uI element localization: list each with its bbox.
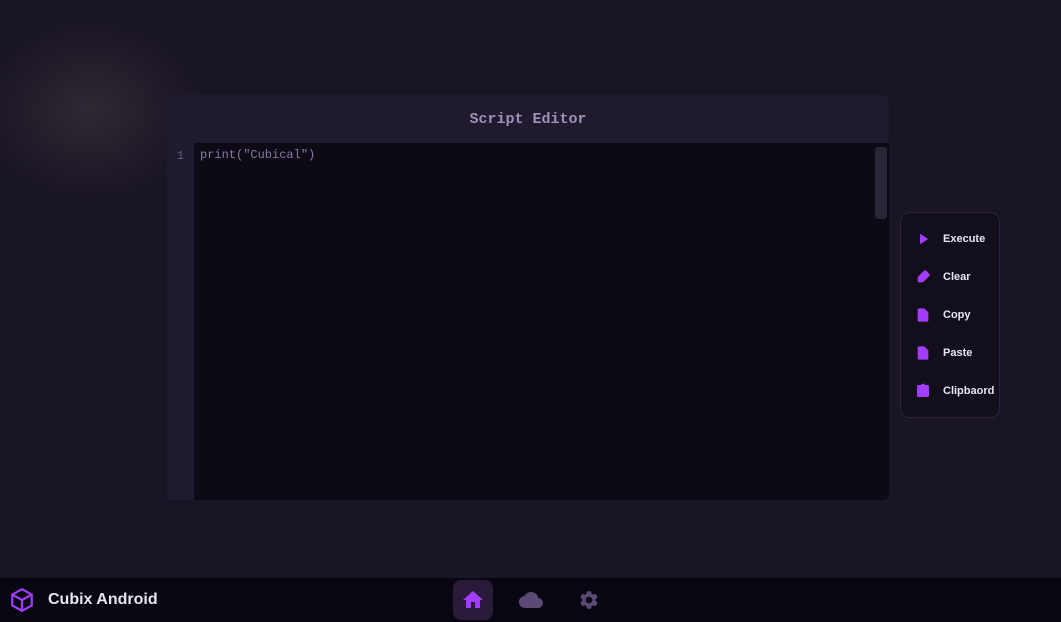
execute-label: Execute	[943, 233, 985, 245]
paste-button[interactable]: Paste	[907, 335, 993, 371]
brand-name: Cubix Android	[48, 591, 158, 609]
home-button[interactable]	[453, 580, 493, 620]
line-number: 1	[167, 149, 194, 163]
cloud-button[interactable]	[511, 580, 551, 620]
bottom-navigation: Cubix Android	[0, 578, 1061, 622]
settings-button[interactable]	[569, 580, 609, 620]
copy-button[interactable]: Copy	[907, 297, 993, 333]
script-editor-panel: Script Editor 1 print("Cubical")	[167, 95, 889, 500]
clipboard-label: Clipbaord	[943, 385, 994, 397]
brand-area: Cubix Android	[8, 586, 158, 614]
action-panel: Execute Clear Copy Paste Clipbaord	[900, 212, 1000, 418]
line-gutter: 1	[167, 143, 194, 500]
editor-body: 1 print("Cubical")	[167, 143, 889, 500]
code-editor[interactable]: print("Cubical")	[194, 143, 889, 500]
cube-icon	[8, 586, 36, 614]
clipboard-button[interactable]: Clipbaord	[907, 373, 993, 409]
play-icon	[911, 227, 935, 251]
scrollbar[interactable]	[875, 147, 887, 219]
editor-header: Script Editor	[167, 95, 889, 143]
eraser-icon	[911, 265, 935, 289]
nav-icons	[453, 580, 609, 620]
document-icon	[911, 341, 935, 365]
paste-label: Paste	[943, 347, 972, 359]
copy-label: Copy	[943, 309, 971, 321]
execute-button[interactable]: Execute	[907, 221, 993, 257]
document-icon	[911, 303, 935, 327]
editor-title: Script Editor	[469, 111, 586, 128]
clear-label: Clear	[943, 271, 971, 283]
clipboard-icon	[911, 379, 935, 403]
clear-button[interactable]: Clear	[907, 259, 993, 295]
